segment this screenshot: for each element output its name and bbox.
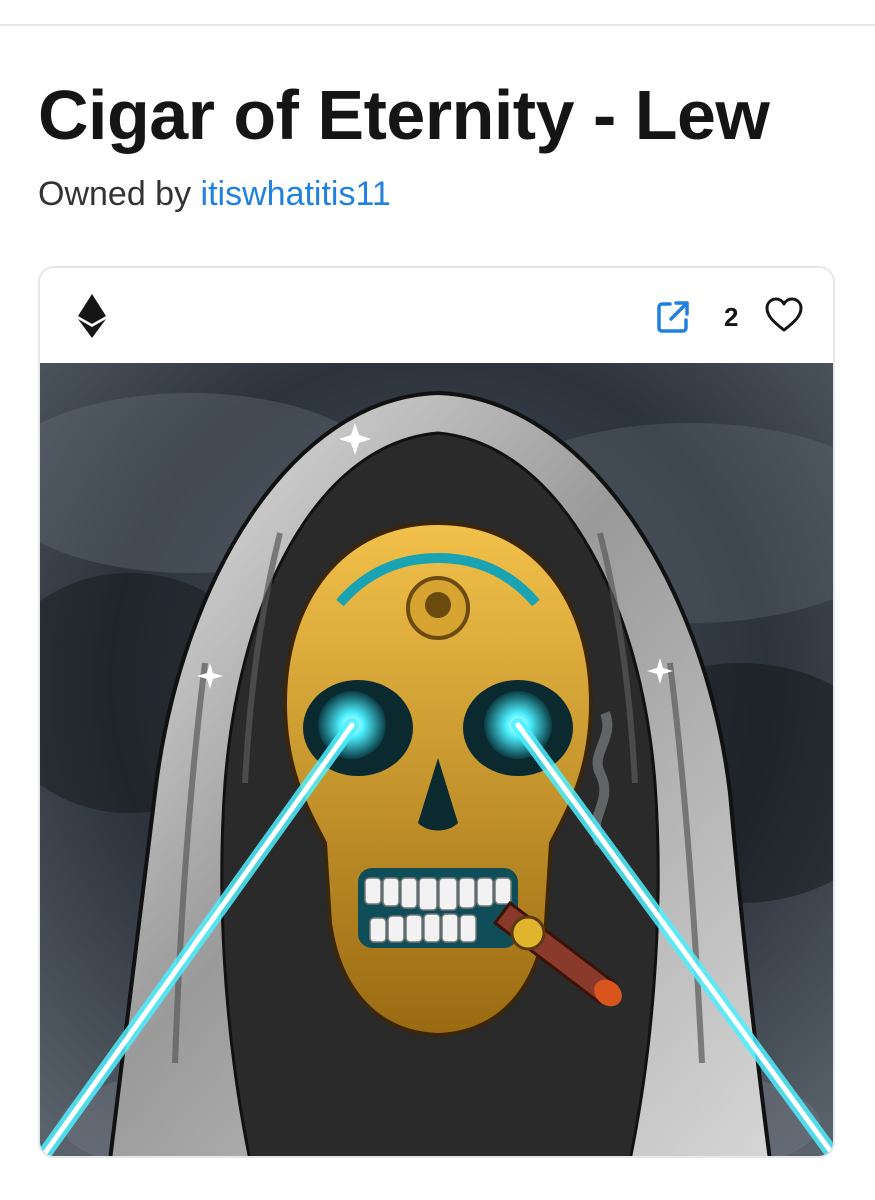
owner-line: Owned by itiswhatitis11 xyxy=(38,172,391,216)
page-title: Cigar of Eternity - Lew xyxy=(38,76,770,154)
nft-artwork[interactable] xyxy=(40,363,835,1158)
heart-icon[interactable] xyxy=(764,296,804,334)
ethereum-icon xyxy=(78,294,106,338)
top-divider xyxy=(0,24,875,26)
favorites-count: 2 xyxy=(724,302,739,332)
card-header: 2 xyxy=(40,268,833,363)
item-media-card: 2 xyxy=(38,266,835,1158)
external-link-icon[interactable] xyxy=(654,298,692,336)
owned-by-label: Owned by xyxy=(38,175,192,213)
owner-link[interactable]: itiswhatitis11 xyxy=(201,175,391,213)
